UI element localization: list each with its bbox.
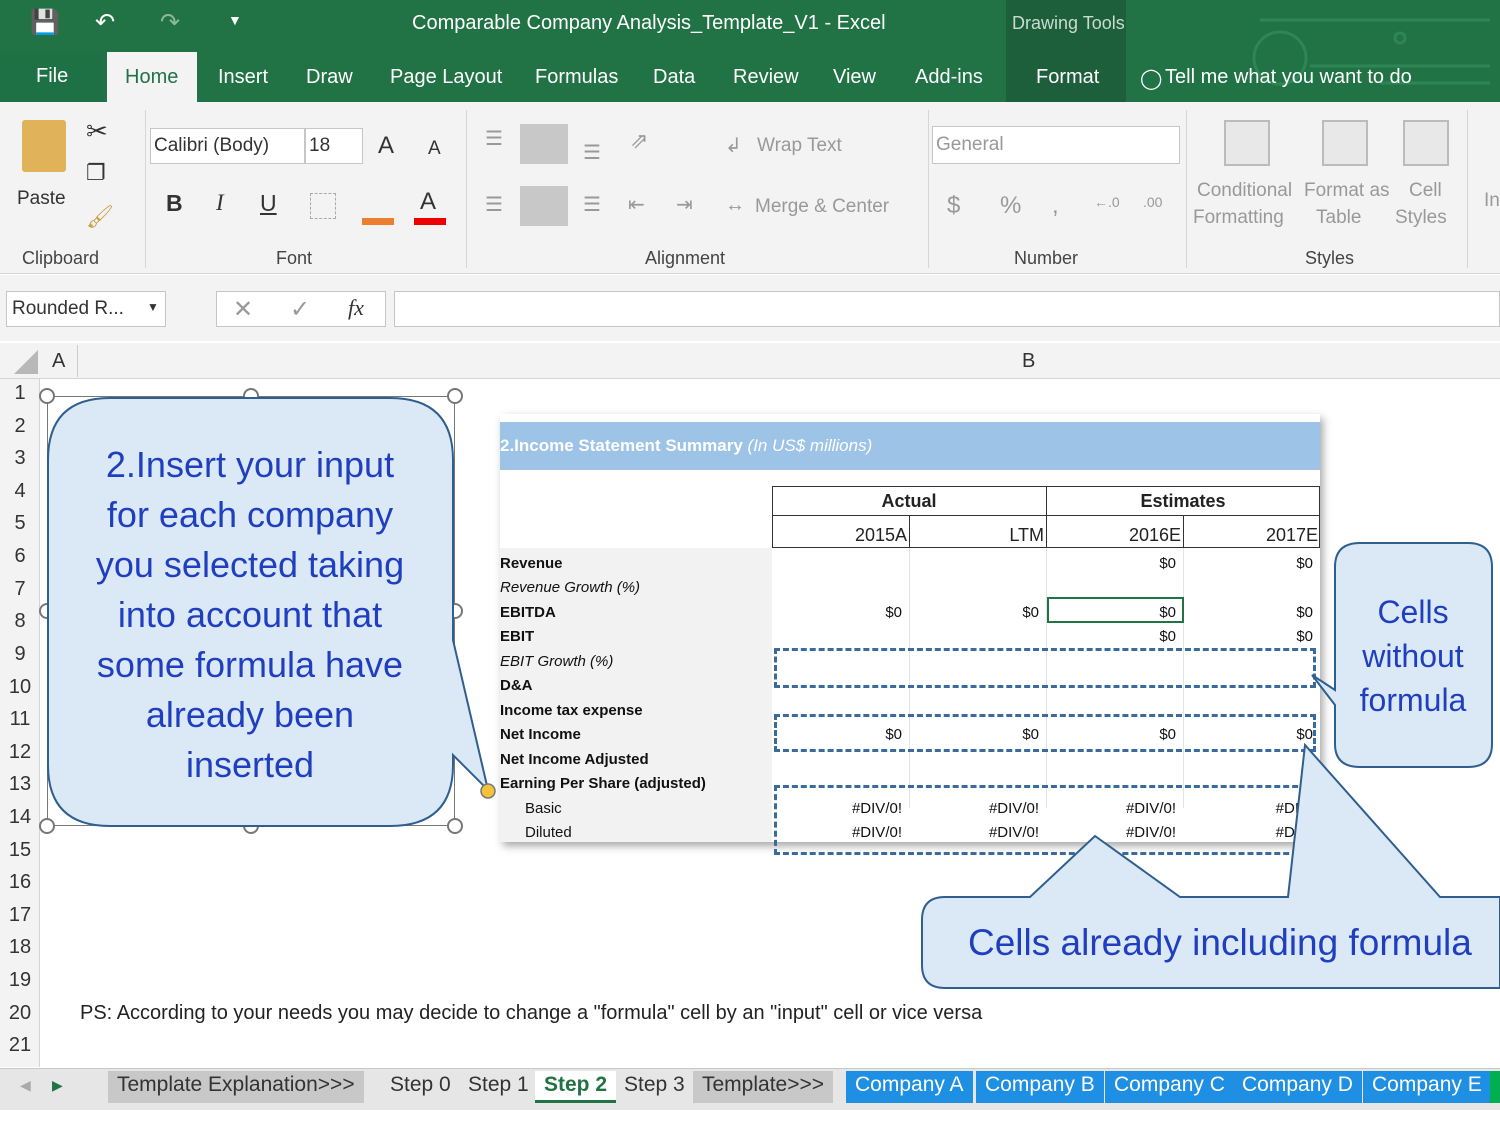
sheet-tab[interactable]: Step 3: [615, 1071, 694, 1103]
scroll-right-icon[interactable]: ▶: [52, 1077, 63, 1094]
sheet-tab-company[interactable]: Company C: [1105, 1071, 1234, 1103]
callout-line: without: [1362, 638, 1464, 674]
sheet-tab[interactable]: Step 0: [381, 1071, 460, 1103]
sheet-tab-active[interactable]: Step 2: [535, 1071, 617, 1103]
callout-line: into account that: [117, 594, 383, 635]
callout-cells-with-formula[interactable]: Cells already including formula: [968, 922, 1500, 964]
callout-line: inserted: [185, 744, 315, 785]
callout-line: Cells: [1377, 594, 1449, 630]
callout-line: some formula have: [96, 644, 404, 685]
callout-line: already been: [145, 694, 355, 735]
sheet-tab[interactable]: Template>>>: [693, 1071, 834, 1103]
callout-line: 2.Insert your input: [105, 444, 395, 485]
callout-input-instructions[interactable]: 2.Insert your input for each company you…: [60, 440, 440, 790]
sheet-tab[interactable]: Template Explanation>>>: [108, 1071, 364, 1103]
callout-line: for each company: [106, 494, 394, 535]
ps-note: PS: According to your needs you may deci…: [80, 1002, 983, 1024]
sheet-tab[interactable]: Step 1: [459, 1071, 538, 1103]
sheet-tab-company[interactable]: Company E: [1363, 1071, 1491, 1103]
sheet-tab-overflow[interactable]: [1490, 1071, 1500, 1103]
scroll-left-icon[interactable]: ◀: [20, 1077, 31, 1094]
sheet-tab-company[interactable]: Company D: [1233, 1071, 1362, 1103]
callout-cells-without-formula[interactable]: Cells without formula: [1340, 590, 1486, 722]
callout-line: you selected taking: [95, 544, 405, 585]
sheet-tab-company[interactable]: Company B: [976, 1071, 1104, 1103]
callout-line: formula: [1359, 682, 1467, 718]
sheet-tab-company[interactable]: Company A: [846, 1071, 973, 1103]
